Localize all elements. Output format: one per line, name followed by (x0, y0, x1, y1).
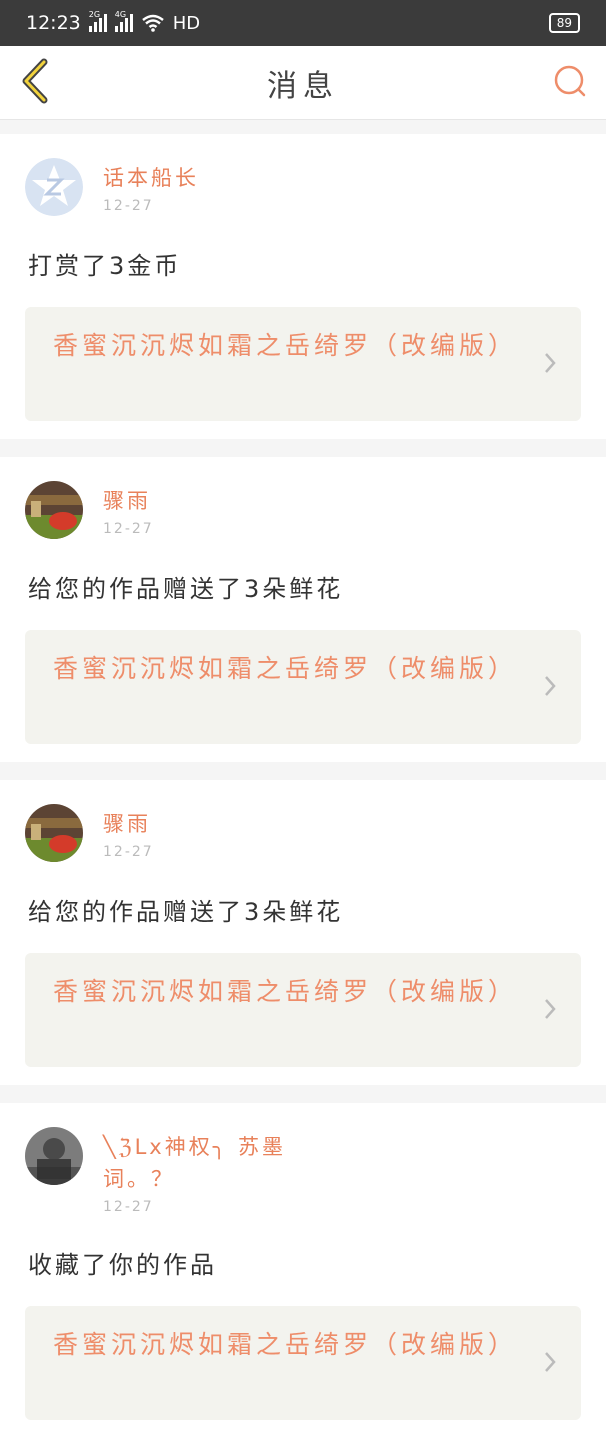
network-label: HD (172, 12, 201, 34)
user-name[interactable]: ╲ℨLx神权╮ 苏墨词。？ (103, 1131, 343, 1195)
search-icon (554, 65, 586, 96)
work-title: 香蜜沉沉烬如霜之岳绮罗（改编版） (53, 1330, 518, 1359)
message-header: 骤雨 12-27 (25, 804, 581, 862)
message-list: 话本船长 12-27 打赏了3金币 香蜜沉沉烬如霜之岳绮罗（改编版） 骤雨 12… (0, 134, 606, 1438)
signal-icon: 2G (88, 10, 107, 32)
message-header: 话本船长 12-27 (25, 158, 581, 216)
wifi-icon (141, 14, 164, 32)
message-meta: 骤雨 12-27 (103, 804, 154, 860)
status-time: 12:23 (26, 12, 81, 34)
message-action: 给您的作品赠送了3朵鲜花 (28, 575, 344, 603)
user-name[interactable]: 话本船长 (103, 162, 199, 194)
list-item[interactable]: 骤雨 12-27 给您的作品赠送了3朵鲜花 香蜜沉沉烬如霜之岳绮罗（改编版） (0, 457, 606, 762)
work-title: 香蜜沉沉烬如霜之岳绮罗（改编版） (53, 331, 518, 360)
page-title: 消息 (267, 68, 339, 104)
list-item[interactable]: 话本船长 12-27 打赏了3金币 香蜜沉沉烬如霜之岳绮罗（改编版） (0, 134, 606, 439)
signal-tag-2: 4G (114, 10, 127, 19)
message-meta: 骤雨 12-27 (103, 481, 154, 537)
message-date: 12-27 (103, 1199, 154, 1215)
message-action: 打赏了3金币 (28, 252, 182, 280)
user-photo-icon (25, 1127, 83, 1185)
list-item[interactable]: ╲ℨLx神权╮ 苏墨词。？ 12-27 收藏了你的作品 香蜜沉沉烬如霜之岳绮罗（… (0, 1103, 606, 1438)
list-top-gap (0, 120, 606, 134)
message-header: 骤雨 12-27 (25, 481, 581, 539)
work-title: 香蜜沉沉烬如霜之岳绮罗（改编版） (53, 654, 518, 683)
message-date: 12-27 (103, 521, 154, 537)
work-link[interactable]: 香蜜沉沉烬如霜之岳绮罗（改编版） (25, 1306, 581, 1420)
chevron-left-icon (22, 58, 48, 103)
user-name[interactable]: 骤雨 (103, 485, 154, 517)
signal-icon-2: 4G (114, 10, 133, 32)
avatar[interactable] (25, 1127, 83, 1185)
work-link[interactable]: 香蜜沉沉烬如霜之岳绮罗（改编版） (25, 630, 581, 744)
nav-bar: 消息 (0, 46, 606, 120)
work-title: 香蜜沉沉烬如霜之岳绮罗（改编版） (53, 977, 518, 1006)
back-button[interactable] (18, 58, 54, 108)
work-link[interactable]: 香蜜沉沉烬如霜之岳绮罗（改编版） (25, 953, 581, 1067)
message-meta: 话本船长 12-27 (103, 158, 199, 214)
message-meta: ╲ℨLx神权╮ 苏墨词。？ 12-27 (103, 1127, 343, 1215)
user-photo-icon (25, 481, 83, 539)
chevron-right-icon (545, 353, 556, 373)
status-bar: 12:23 2G 4G HD 89 (0, 0, 606, 46)
work-link[interactable]: 香蜜沉沉烬如霜之岳绮罗（改编版） (25, 307, 581, 421)
message-header: ╲ℨLx神权╮ 苏墨词。？ 12-27 (25, 1127, 581, 1215)
avatar[interactable] (25, 158, 83, 216)
signal-tag: 2G (88, 10, 101, 19)
chevron-right-icon (545, 1352, 556, 1372)
message-date: 12-27 (103, 198, 154, 214)
chevron-right-icon (545, 676, 556, 696)
battery-indicator: 89 (548, 13, 580, 33)
message-action: 给您的作品赠送了3朵鲜花 (28, 898, 344, 926)
avatar[interactable] (25, 804, 83, 862)
default-avatar-icon (25, 158, 83, 216)
user-name[interactable]: 骤雨 (103, 808, 154, 840)
list-item[interactable]: 骤雨 12-27 给您的作品赠送了3朵鲜花 香蜜沉沉烬如霜之岳绮罗（改编版） (0, 780, 606, 1085)
chevron-right-icon (545, 999, 556, 1019)
message-date: 12-27 (103, 844, 154, 860)
avatar[interactable] (25, 481, 83, 539)
search-button[interactable] (552, 63, 588, 103)
status-left: 12:23 2G 4G HD (26, 10, 201, 34)
user-photo-icon (25, 804, 83, 862)
message-action: 收藏了你的作品 (28, 1251, 217, 1279)
